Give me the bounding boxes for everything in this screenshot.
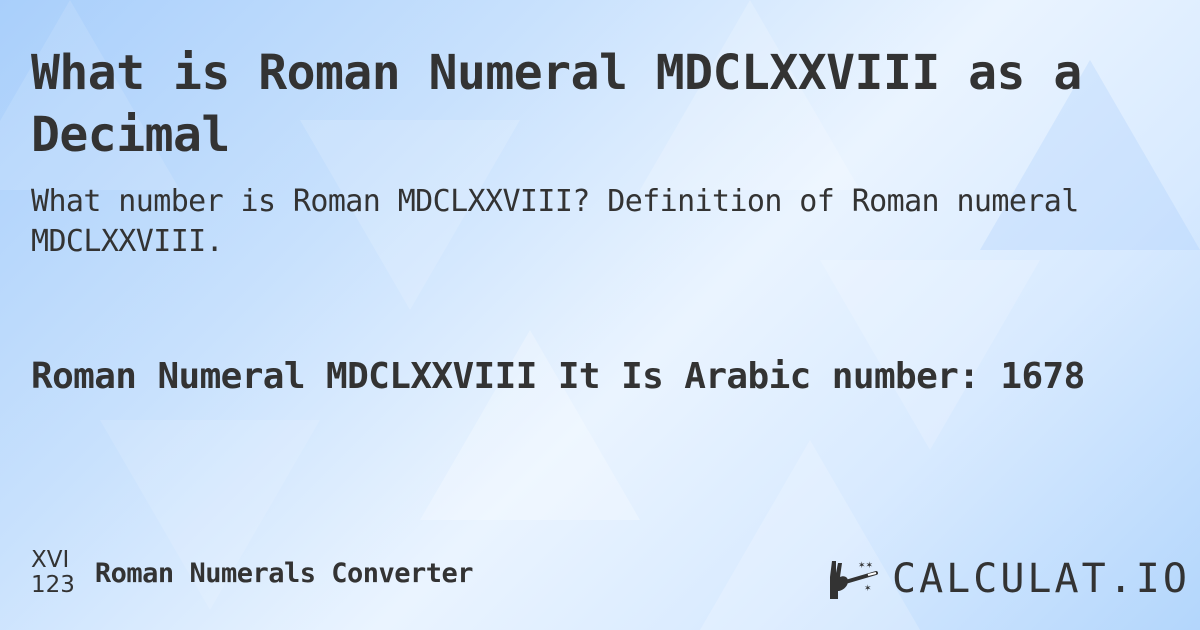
- roman-numerals-icon: XVI 123: [31, 548, 75, 598]
- svg-text:✶: ✶: [864, 584, 872, 594]
- roman-numerals-icon-top: XVI: [31, 547, 70, 573]
- brand-logo[interactable]: ✶✶ ✶ CALCULAT.IO: [828, 556, 1190, 602]
- roman-numerals-icon-bottom: 123: [31, 572, 75, 598]
- conversion-result: Roman Numeral MDCLXXVIII It Is Arabic nu…: [31, 356, 1085, 397]
- svg-text:✶✶: ✶✶: [858, 561, 873, 571]
- converter-label: Roman Numerals Converter: [94, 557, 474, 589]
- magic-hand-wand-icon: ✶✶ ✶: [830, 561, 878, 599]
- brand-name: CALCULAT.IO: [892, 556, 1190, 602]
- converter-link[interactable]: XVI 123 Roman Numerals Converter: [31, 548, 474, 598]
- page-subtitle: What number is Roman MDCLXXVIII? Definit…: [31, 184, 1079, 259]
- page-title: What is Roman Numeral MDCLXXVIII as a De…: [31, 45, 1082, 163]
